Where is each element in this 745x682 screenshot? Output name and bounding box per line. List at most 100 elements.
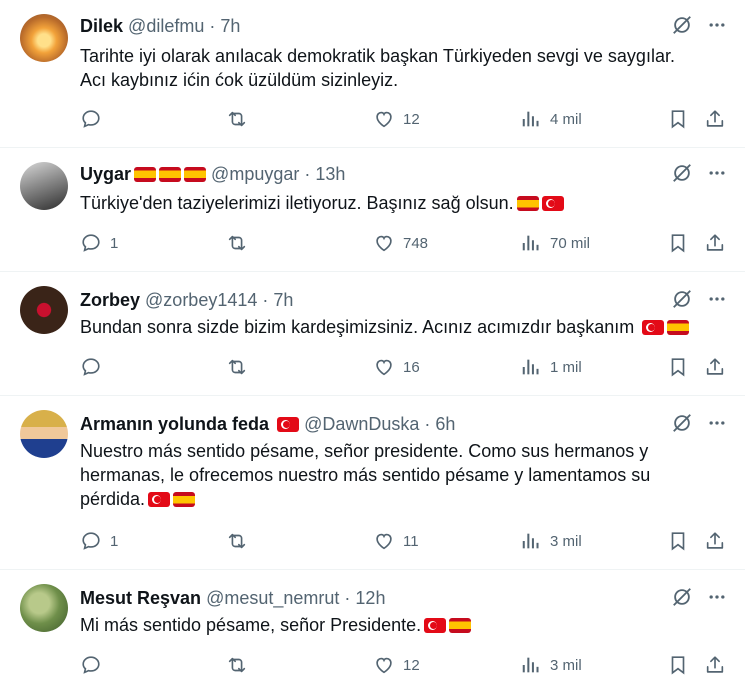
flag-spain-icon — [173, 492, 196, 507]
author-handle[interactable]: @DawnDuska — [304, 414, 419, 434]
bookmark-button[interactable] — [667, 530, 689, 552]
views-icon — [522, 111, 539, 127]
flag-spain-icon — [134, 167, 157, 182]
like-count: 748 — [403, 234, 429, 252]
author-handle[interactable]: @dilefmu — [128, 16, 204, 36]
flag-spain-icon — [516, 196, 539, 211]
share-icon — [706, 234, 724, 251]
tweet[interactable]: Dilek @dilefmu · 7h Tarihte iyi olarak a… — [0, 0, 745, 148]
more-icon[interactable] — [707, 163, 727, 183]
like-button[interactable]: 748 — [373, 232, 428, 254]
like-button[interactable]: 12 — [373, 654, 420, 676]
reply-icon — [82, 656, 100, 674]
tweet-text-line: hermanas, le ofrecemos nuestro más senti… — [80, 465, 651, 485]
reply-count: 1 — [110, 234, 119, 252]
avatar[interactable] — [20, 584, 68, 632]
grok-icon[interactable] — [671, 162, 693, 184]
like-count: 16 — [403, 358, 420, 376]
author-handle[interactable]: @zorbey1414 — [145, 290, 257, 310]
more-icon[interactable] — [707, 413, 727, 433]
views-button[interactable]: 70 mil — [520, 232, 590, 254]
separator: · — [209, 16, 216, 36]
share-button[interactable] — [704, 108, 726, 130]
flag-spain-icon — [184, 167, 207, 182]
timestamp[interactable]: 7h — [273, 290, 293, 310]
tweet[interactable]: Zorbey @zorbey1414 · 7h Bundan sonra siz… — [0, 272, 745, 396]
avatar[interactable] — [20, 162, 68, 210]
avatar[interactable] — [20, 410, 68, 458]
reply-button[interactable]: 1 — [80, 232, 118, 254]
action-bar: 12 4 mil — [80, 108, 725, 132]
author-name[interactable]: Dilek — [80, 16, 123, 36]
tweet-text-line: Nuestro más sentido pésame, señor presid… — [80, 441, 649, 461]
action-bar: 1 748 70 mil — [80, 232, 725, 256]
views-button[interactable]: 4 mil — [520, 108, 582, 130]
reply-button[interactable] — [80, 356, 110, 378]
author-name[interactable]: Zorbey — [80, 290, 140, 310]
tweet-text-line: Acı kaybınız ićin ćok üzüldüm sizinleyiz… — [80, 70, 399, 90]
avatar[interactable] — [20, 286, 68, 334]
views-count: 1 mil — [550, 358, 582, 376]
avatar[interactable] — [20, 14, 68, 62]
share-button[interactable] — [704, 232, 726, 254]
grok-icon[interactable] — [671, 412, 693, 434]
timestamp[interactable]: 12h — [355, 588, 385, 608]
views-button[interactable]: 3 mil — [520, 530, 582, 552]
tweet-text-line: pérdida. — [80, 487, 715, 511]
views-icon — [522, 235, 539, 251]
author-handle[interactable]: @mpuygar — [211, 164, 299, 184]
retweet-button[interactable] — [226, 530, 248, 552]
reply-icon — [82, 358, 100, 376]
bookmark-icon — [671, 358, 685, 377]
author-name[interactable]: Mesut Reşvan — [80, 588, 201, 608]
share-button[interactable] — [704, 530, 726, 552]
timestamp[interactable]: 13h — [315, 164, 345, 184]
tweet-text: Mi más sentido pésame, señor Presidente. — [80, 613, 715, 637]
grok-icon[interactable] — [671, 14, 693, 36]
tweet-text-line: Mi más sentido pésame, señor Presidente. — [80, 613, 715, 637]
retweet-icon — [228, 657, 246, 673]
retweet-button[interactable] — [226, 108, 248, 130]
views-count: 3 mil — [550, 656, 582, 674]
share-button[interactable] — [704, 654, 726, 676]
views-icon — [522, 657, 539, 673]
tweet[interactable]: Armanın yolunda feda @DawnDuska · 6h Nue… — [0, 396, 745, 570]
like-button[interactable]: 11 — [373, 530, 419, 552]
bookmark-button[interactable] — [667, 356, 689, 378]
more-icon[interactable] — [707, 15, 727, 35]
tweet-text-line: Tarihte iyi olarak anılacak demokratik b… — [80, 46, 675, 66]
like-button[interactable]: 16 — [373, 356, 420, 378]
more-icon[interactable] — [707, 587, 727, 607]
separator: · — [304, 164, 311, 184]
reply-button[interactable]: 1 — [80, 530, 118, 552]
retweet-button[interactable] — [226, 232, 248, 254]
timestamp[interactable]: 6h — [435, 414, 455, 434]
grok-icon[interactable] — [671, 586, 693, 608]
bookmark-button[interactable] — [667, 654, 689, 676]
author-name[interactable]: Armanın yolunda feda — [80, 414, 269, 434]
tweet[interactable]: Mesut Reşvan @mesut_nemrut · 12h Mi más … — [0, 570, 745, 682]
views-button[interactable]: 1 mil — [520, 356, 582, 378]
share-icon — [706, 532, 724, 549]
reply-button[interactable] — [80, 654, 110, 676]
like-button[interactable]: 12 — [373, 108, 420, 130]
more-icon[interactable] — [707, 289, 727, 309]
action-bar: 16 1 mil — [80, 356, 725, 380]
bookmark-button[interactable] — [667, 232, 689, 254]
retweet-icon — [228, 235, 246, 251]
tweet-text: Nuestro más sentido pésame, señor presid… — [80, 439, 715, 511]
tweet-text: Türkiye'den taziyelerimizi iletiyoruz. B… — [80, 191, 715, 215]
share-button[interactable] — [704, 356, 726, 378]
tweet[interactable]: Uygar @mpuygar · 13h Türkiye'den taziyel… — [0, 148, 745, 272]
author-handle[interactable]: @mesut_nemrut — [206, 588, 339, 608]
author-name[interactable]: Uygar — [80, 164, 131, 184]
retweet-icon — [228, 533, 246, 549]
bookmark-button[interactable] — [667, 108, 689, 130]
timestamp[interactable]: 7h — [220, 16, 240, 36]
retweet-button[interactable] — [226, 654, 248, 676]
reply-button[interactable] — [80, 108, 110, 130]
views-button[interactable]: 3 mil — [520, 654, 582, 676]
retweet-button[interactable] — [226, 356, 248, 378]
tweet-text-line: Türkiye'den taziyelerimizi iletiyoruz. B… — [80, 191, 715, 215]
grok-icon[interactable] — [671, 288, 693, 310]
